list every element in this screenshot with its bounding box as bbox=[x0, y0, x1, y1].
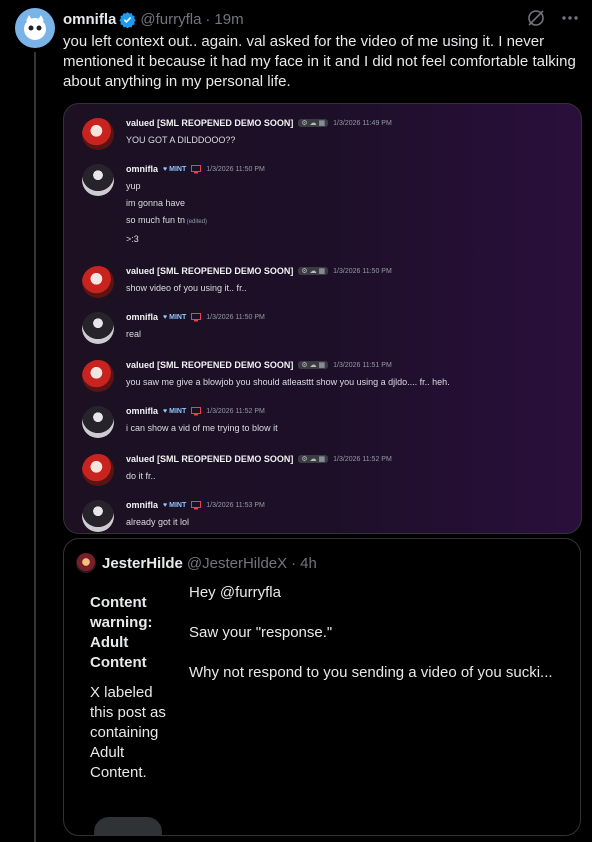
chat-message-header: valued [SML REOPENED DEMO SOON] ⚙ ☁ ▦ 1/3/… bbox=[126, 454, 392, 464]
chat-timestamp: 1/3/2026 11:52 PM bbox=[333, 455, 392, 463]
chat-clan-badge: ♥ MINT bbox=[163, 407, 187, 415]
chat-message-body: show video of you using it.. fr.. bbox=[126, 280, 247, 297]
chat-message-line: do it fr.. bbox=[126, 471, 156, 481]
chat-message-line: so much fun tn (edited) bbox=[126, 215, 208, 225]
quoted-post[interactable]: JesterHilde @JesterHildeX · 4h Content w… bbox=[63, 538, 581, 836]
chat-message-header: omnifla ♥ MINT 1/3/2026 11:50 PM bbox=[126, 312, 265, 322]
chat-message-line: real bbox=[126, 329, 142, 339]
chat-message-body: real bbox=[126, 326, 141, 343]
content-warning-title: Content warning: Adult Content bbox=[90, 594, 153, 671]
chat-message-line: im gonna have bbox=[126, 198, 186, 208]
desktop-icon bbox=[191, 406, 202, 415]
post-image[interactable]: valued [SML REOPENED DEMO SOON] ⚙ ☁ ▦ 1/3/… bbox=[63, 103, 582, 534]
chat-server-tag: ⚙ ☁ ▦ bbox=[298, 119, 329, 127]
chat-timestamp: 1/3/2026 11:51 PM bbox=[333, 361, 392, 369]
chat-message-body: do it fr.. bbox=[126, 468, 156, 485]
thread-line bbox=[34, 52, 36, 842]
more-icon[interactable] bbox=[560, 8, 580, 28]
chat-username: valued [SML REOPENED DEMO SOON] bbox=[126, 454, 294, 464]
chat-message-body: YOU GOT A DILDDOOO?? bbox=[126, 132, 235, 149]
chat-avatar bbox=[82, 406, 114, 438]
post-actions-top bbox=[526, 8, 580, 28]
chat-username: valued [SML REOPENED DEMO SOON] bbox=[126, 360, 294, 370]
chat-message-line: already got it lol bbox=[126, 517, 190, 527]
chat-message-body: i can show a vid of me trying to blow it bbox=[126, 420, 278, 437]
quoted-separator-dot: · bbox=[291, 554, 297, 572]
verified-badge-icon bbox=[119, 11, 137, 28]
chat-username: omnifla bbox=[126, 500, 159, 510]
chat-timestamp: 1/3/2026 11:50 PM bbox=[206, 165, 265, 173]
chat-timestamp: 1/3/2026 11:50 PM bbox=[333, 267, 392, 275]
grok-icon[interactable] bbox=[526, 8, 546, 28]
chat-message-header: valued [SML REOPENED DEMO SOON] ⚙ ☁ ▦ 1/3/… bbox=[126, 266, 392, 276]
chat-avatar bbox=[82, 164, 114, 196]
chat-clan-badge: ♥ MINT bbox=[163, 501, 187, 509]
chat-avatar bbox=[82, 360, 114, 392]
chat-avatar bbox=[82, 454, 114, 486]
chat-clan-badge: ♥ MINT bbox=[163, 165, 187, 173]
chat-avatar bbox=[82, 266, 114, 298]
chat-message-header: omnifla ♥ MINT 1/3/2026 11:53 PM bbox=[126, 500, 265, 510]
chat-username: omnifla bbox=[126, 406, 159, 416]
edited-label: (edited) bbox=[185, 219, 208, 225]
handle[interactable]: @furryfla bbox=[140, 11, 201, 28]
chat-username: valued [SML REOPENED DEMO SOON] bbox=[126, 266, 294, 276]
chat-avatar bbox=[82, 500, 114, 532]
content-warning-body: X labeled this post as containing Adult … bbox=[90, 684, 166, 781]
chat-message-header: omnifla ♥ MINT 1/3/2026 11:52 PM bbox=[126, 406, 265, 416]
quoted-post-header: JesterHilde @JesterHildeX · 4h bbox=[76, 553, 317, 573]
chat-message-line: yup bbox=[126, 181, 141, 191]
desktop-icon bbox=[191, 500, 202, 509]
chat-message-body: you saw me give a blowjob you should atl… bbox=[126, 374, 450, 391]
avatar[interactable] bbox=[15, 8, 55, 48]
chat-message-line: show video of you using it.. fr.. bbox=[126, 283, 247, 293]
chat-message-header: valued [SML REOPENED DEMO SOON] ⚙ ☁ ▦ 1/3/… bbox=[126, 118, 392, 128]
chat-server-tag: ⚙ ☁ ▦ bbox=[298, 361, 329, 369]
chat-timestamp: 1/3/2026 11:53 PM bbox=[206, 501, 265, 509]
separator-dot: · bbox=[205, 10, 211, 28]
chat-username: omnifla bbox=[126, 312, 159, 322]
desktop-icon bbox=[191, 164, 202, 173]
chat-timestamp: 1/3/2026 11:49 PM bbox=[333, 119, 392, 127]
quoted-handle[interactable]: @JesterHildeX bbox=[187, 555, 287, 572]
chat-message-line: >:3 bbox=[126, 234, 139, 244]
chat-avatar bbox=[82, 312, 114, 344]
content-warning-card[interactable]: Content warning: Adult Content X labeled… bbox=[77, 583, 178, 835]
chat-username: omnifla bbox=[126, 164, 159, 174]
chat-clan-badge: ♥ MINT bbox=[163, 313, 187, 321]
quoted-post-text: Hey @furryfla Saw your "response." Why n… bbox=[189, 584, 553, 681]
chat-server-tag: ⚙ ☁ ▦ bbox=[298, 267, 329, 275]
chat-server-tag: ⚙ ☁ ▦ bbox=[298, 455, 329, 463]
chat-message-line: you saw me give a blowjob you should atl… bbox=[126, 377, 450, 387]
quoted-display-name[interactable]: JesterHilde bbox=[102, 555, 183, 572]
quoted-timestamp[interactable]: 4h bbox=[300, 555, 317, 572]
display-name[interactable]: omnifla bbox=[63, 11, 116, 28]
chat-message-line: YOU GOT A DILDDOOO?? bbox=[126, 135, 236, 145]
chat-message-line: i can show a vid of me trying to blow it bbox=[126, 423, 278, 433]
chat-timestamp: 1/3/2026 11:50 PM bbox=[206, 313, 265, 321]
chat-message-body: already got it lol bbox=[126, 514, 189, 531]
chat-message-body: yup im gonna have so much fun tn (edited) >… bbox=[126, 178, 207, 248]
avatar-image bbox=[15, 8, 55, 48]
chat-message-header: omnifla ♥ MINT 1/3/2026 11:50 PM bbox=[126, 164, 265, 174]
timestamp[interactable]: 19m bbox=[214, 11, 243, 28]
desktop-icon bbox=[191, 312, 202, 321]
chat-avatar bbox=[82, 118, 114, 150]
quoted-avatar[interactable] bbox=[76, 553, 96, 573]
show-content-button[interactable] bbox=[94, 817, 162, 835]
post-header: omnifla @furryfla · 19m bbox=[63, 9, 592, 29]
chat-message-header: valued [SML REOPENED DEMO SOON] ⚙ ☁ ▦ 1/3/… bbox=[126, 360, 392, 370]
post-text: you left context out.. again. val asked … bbox=[63, 33, 580, 90]
chat-username: valued [SML REOPENED DEMO SOON] bbox=[126, 118, 294, 128]
chat-timestamp: 1/3/2026 11:52 PM bbox=[206, 407, 265, 415]
